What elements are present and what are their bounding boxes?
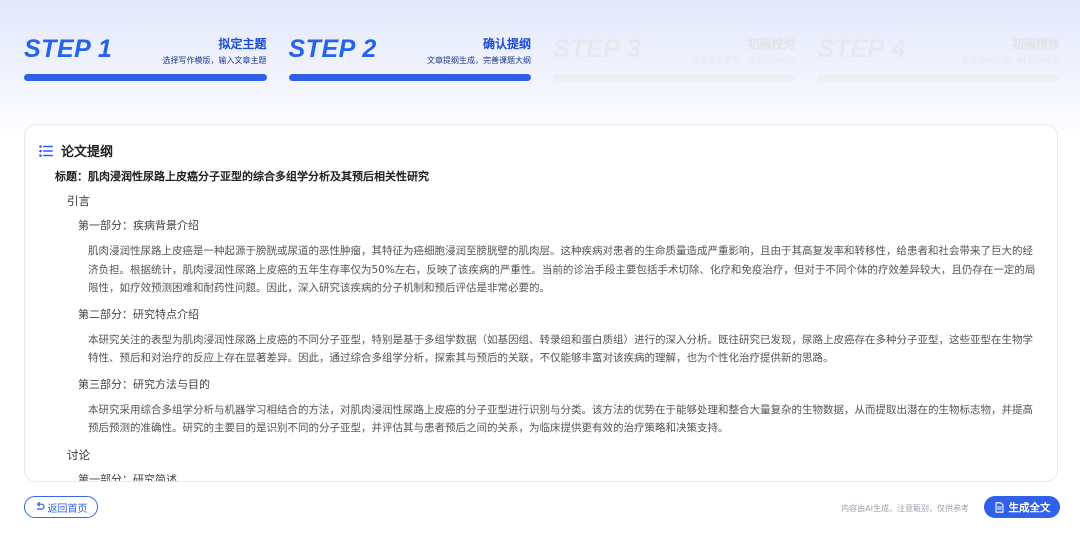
ai-disclaimer: 内容由AI生成，注意甄别，仅供参考 (841, 504, 969, 513)
intro-part-1-text: 肌肉浸润性尿路上皮癌是一种起源于膀胱或尿道的恶性肿瘤，其特征为癌细胞浸润至膀胱壁… (88, 245, 1036, 294)
step-4-title: 初稿精修 (1011, 37, 1060, 51)
generate-full-text-label: 生成全文 (1008, 501, 1051, 514)
step-2-label: STEP 2 (288, 35, 377, 63)
step-2-title: 确认提纲 (482, 37, 531, 51)
step-3-title: 初稿校对 (747, 37, 796, 51)
section-discussion: 讨论 (67, 447, 90, 462)
intro-part-3-text: 本研究采用综合多组学分析与机器学习相结合的方法，对肌肉浸润性尿路上皮癌的分子亚型… (88, 403, 1033, 435)
paper-title: 标题：肌肉浸润性尿路上皮癌分子亚型的综合多组学分析及其预后相关性研究 (55, 170, 429, 183)
back-home-button[interactable]: 返回首页 (24, 496, 98, 518)
step-1: STEP 1 拟定主题 选择写作模版，输入文章主题 (24, 34, 267, 82)
step-4: STEP 4 初稿精修 全文精修处理，AI 润色修饰 (817, 34, 1060, 82)
step-3-label: STEP 3 (553, 35, 642, 63)
step-2-progress-bar (288, 74, 531, 81)
step-4-label: STEP 4 (817, 35, 906, 63)
intro-part-2-text: 本研究关注的表型为肌肉浸润性尿路上皮癌的不同分子亚型，特别是基于多组学数据（如基… (88, 333, 1033, 365)
list-icon (39, 144, 53, 157)
intro-part-2-label: 第二部分：研究特点介绍 (78, 307, 199, 321)
step-3: STEP 3 初稿校对 文章全文撰写，核实内容校对 (553, 34, 796, 82)
step-1-label: STEP 1 (24, 35, 113, 63)
generate-full-text-button[interactable]: 生成全文 (984, 496, 1060, 518)
step-2: STEP 2 确认提纲 文章提纲生成，完善课题大纲 (288, 34, 531, 82)
section-intro: 引言 (67, 194, 90, 208)
step-1-subtitle: 选择写作模版，输入文章主题 (162, 56, 267, 65)
step-2-subtitle: 文章提纲生成，完善课题大纲 (427, 56, 531, 65)
step-3-progress-bar (553, 74, 796, 81)
document-icon (994, 501, 1004, 513)
discussion-part-1-label: 第一部分：研究简述 (78, 472, 177, 482)
outline-content: 标题：肌肉浸润性尿路上皮癌分子亚型的综合多组学分析及其预后相关性研究 引言 第一… (55, 169, 1037, 482)
step-4-progress-bar (817, 74, 1060, 81)
outline-header: 论文提纲 (39, 141, 113, 160)
back-home-label: 返回首页 (47, 503, 88, 515)
step-1-title: 拟定主题 (218, 37, 267, 51)
intro-part-1-label: 第一部分：疾病背景介绍 (78, 219, 199, 232)
step-progress: STEP 1 拟定主题 选择写作模版，输入文章主题 STEP 2 确认提纲 文章… (24, 34, 1060, 82)
step-1-progress-bar (24, 74, 267, 81)
intro-part-3-label: 第三部分：研究方法与目的 (78, 377, 210, 391)
outline-heading: 论文提纲 (61, 145, 114, 160)
outline-panel[interactable]: 论文提纲 标题：肌肉浸润性尿路上皮癌分子亚型的综合多组学分析及其预后相关性研究 … (24, 124, 1058, 482)
step-3-subtitle: 文章全文撰写，核实内容校对 (691, 56, 796, 65)
step-4-subtitle: 全文精修处理，AI 润色修饰 (961, 56, 1060, 65)
return-icon (36, 502, 45, 510)
